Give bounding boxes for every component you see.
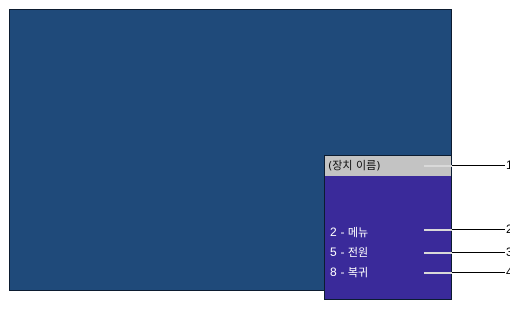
osd-panel: (장치 이름) 2 - 메뉴 5 - 전원 8 - 복귀 [324,155,452,300]
pointer-dash-power [424,252,452,254]
pointer-dash-return [424,272,452,274]
pointer-dash-menu [424,229,452,231]
callout-number-4: 4 [506,265,510,279]
callout-line-3 [452,252,505,253]
callout-line-2 [452,229,505,230]
callout-number-1: 1 [506,158,510,172]
osd-item-label: 복귀 [347,266,369,279]
callout-number-2: 2 [506,222,510,236]
osd-item-menu[interactable]: 2 - 메뉴 [330,225,368,240]
osd-item-power[interactable]: 5 - 전원 [330,245,368,260]
callout-line-4 [452,272,505,273]
osd-item-return[interactable]: 8 - 복귀 [330,265,368,280]
pointer-dash-title [424,165,452,167]
osd-item-number: 8 [330,265,337,279]
callout-line-1 [452,165,505,166]
osd-item-number: 2 [330,225,337,239]
callout-number-3: 3 [506,245,510,259]
osd-item-number: 5 [330,245,337,259]
osd-item-label: 메뉴 [347,226,369,239]
osd-item-label: 전원 [347,246,369,259]
